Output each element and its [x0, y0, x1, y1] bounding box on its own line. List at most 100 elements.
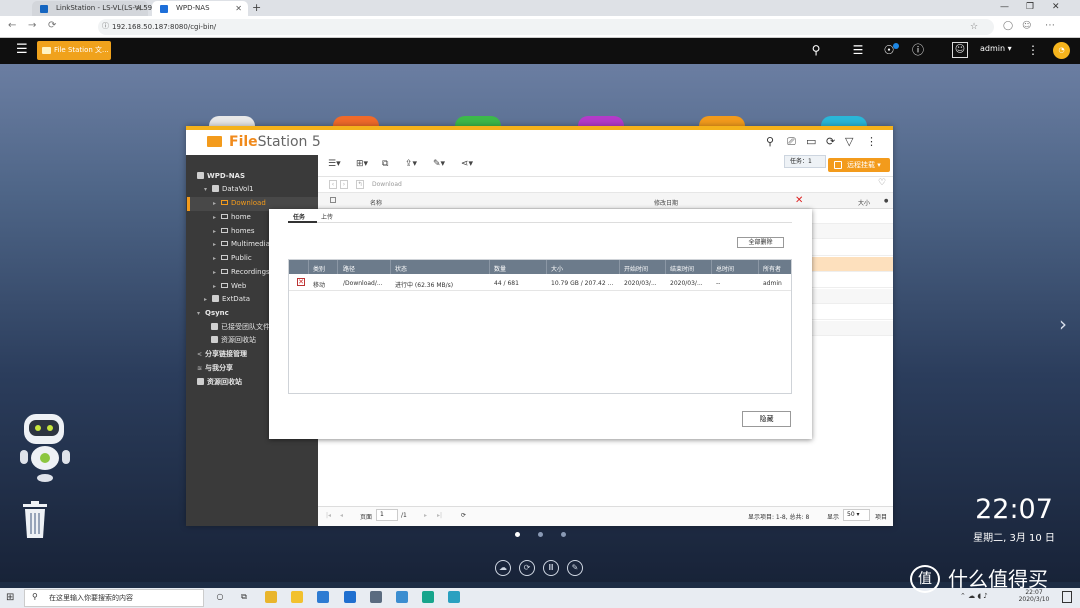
expand-arrow-icon[interactable]: ▾	[197, 307, 205, 320]
dashboard-icon[interactable]: ◔	[1053, 42, 1070, 59]
bookmark-star-icon[interactable]: ☆	[970, 21, 978, 33]
main-menu-icon[interactable]: ☰	[16, 42, 28, 58]
favorite-heart-icon[interactable]: ♡	[878, 178, 886, 188]
user-avatar-icon[interactable]: ☺	[952, 42, 968, 58]
expand-arrow-icon[interactable]: ▾	[204, 183, 212, 196]
profile-icon[interactable]: ◯	[1003, 20, 1013, 32]
view-mode-icon[interactable]: ☰▾	[328, 158, 341, 171]
expand-arrow-icon[interactable]: ▸	[213, 266, 221, 279]
expand-arrow-icon[interactable]: ▸	[213, 197, 221, 210]
browser-menu-icon[interactable]: ⋯	[1045, 20, 1055, 32]
expand-arrow-icon[interactable]: ▸	[213, 225, 221, 238]
next-page-icon[interactable]: ▸	[424, 512, 427, 519]
tree-node-team-folder[interactable]: 已接受团队文件夹	[211, 321, 277, 334]
expand-arrow-icon[interactable]: ▸	[213, 252, 221, 265]
expand-arrow-icon[interactable]: ▸	[204, 293, 212, 306]
last-page-icon[interactable]: ▸|	[437, 512, 442, 519]
tree-node-qsync-recycle[interactable]: 资源回收站	[211, 334, 256, 347]
search-icon[interactable]: ⚲	[766, 136, 774, 148]
tree-node-download[interactable]: ▸ Download	[213, 197, 266, 210]
recycle-bin-icon[interactable]	[21, 500, 49, 540]
tab-upload[interactable]: 上传	[321, 212, 333, 221]
page-number-input[interactable]: 1	[376, 509, 398, 521]
close-tab-icon[interactable]: ✕	[235, 1, 242, 16]
tree-node-recycle-bin[interactable]: 资源回收站	[197, 376, 242, 389]
mail-icon[interactable]	[317, 591, 329, 603]
close-tab-icon[interactable]: ✕	[135, 1, 142, 16]
column-modified[interactable]: 修改日期	[654, 198, 678, 207]
back-icon[interactable]: ‹	[329, 180, 337, 189]
column-menu-icon[interactable]: ●	[884, 198, 888, 204]
maximize-icon[interactable]: ❐	[1026, 2, 1034, 12]
utility-icon[interactable]: ⟳	[519, 560, 535, 576]
tree-node-nas[interactable]: WPD-NAS	[197, 170, 245, 183]
file-station-taskbar-tab[interactable]: File Station 文...	[37, 41, 111, 60]
info-icon[interactable]: ⓘ	[102, 21, 109, 31]
back-icon[interactable]: ←	[8, 20, 16, 32]
window-close-icon[interactable]: ✕	[1052, 2, 1060, 12]
user-menu[interactable]: admin ▾	[980, 44, 1012, 53]
desktop-page-dot[interactable]	[561, 532, 566, 537]
column-name[interactable]: 名称	[370, 198, 382, 207]
chrome-icon[interactable]	[265, 591, 277, 603]
forward-icon[interactable]: →	[28, 20, 36, 32]
hide-button[interactable]: 隐藏	[742, 411, 791, 427]
qboost-robot-icon[interactable]	[18, 412, 72, 484]
windows-start-icon[interactable]: ⊞	[6, 592, 14, 603]
more-options-icon[interactable]: ⋮	[866, 136, 877, 148]
edge-icon[interactable]	[344, 591, 356, 603]
parent-folder-icon[interactable]: ↰	[356, 180, 364, 189]
background-tasks-icon[interactable]: ☰	[849, 42, 867, 58]
app-icon[interactable]	[396, 591, 408, 603]
file-explorer-icon[interactable]	[291, 591, 303, 603]
task-view-icon[interactable]: ⧉	[238, 591, 250, 603]
prev-page-icon[interactable]: ◂	[340, 512, 343, 519]
tree-node-extdata[interactable]: ▸ ExtData	[204, 293, 250, 306]
minimize-icon[interactable]: —	[1000, 2, 1009, 12]
tree-node-multimedia[interactable]: ▸ Multimedia	[213, 238, 270, 251]
copy-icon[interactable]: ⧉	[382, 158, 388, 171]
app-icon[interactable]	[448, 591, 460, 603]
dialog-close-icon[interactable]: ✕	[795, 195, 803, 206]
next-page-chevron-icon[interactable]: ›	[1059, 312, 1067, 336]
desktop-page-dot[interactable]	[538, 532, 543, 537]
browser-tab-wpd-nas[interactable]: WPD-NAS ✕	[152, 1, 248, 16]
tree-node-share-links[interactable]: < 分享链接管理	[197, 348, 247, 361]
cortana-icon[interactable]: ○	[214, 591, 226, 603]
refresh-icon[interactable]: ⟳	[461, 512, 466, 519]
storage-icon[interactable]: ▭	[806, 136, 816, 148]
tree-node-qsync[interactable]: ▾ Qsync	[197, 307, 229, 320]
store-icon[interactable]	[370, 591, 382, 603]
myqnapcloud-icon[interactable]: ☁	[495, 560, 511, 576]
expand-arrow-icon[interactable]: ▸	[213, 211, 221, 224]
reload-icon[interactable]: ⟳	[48, 20, 56, 32]
breadcrumb[interactable]: Download	[372, 181, 402, 188]
tree-node-recordings[interactable]: ▸ Recordings	[213, 266, 270, 279]
tools-icon[interactable]: ✎▾	[433, 158, 445, 171]
upload-icon[interactable]: ⇪▾	[405, 158, 417, 171]
create-folder-icon[interactable]: ⊞▾	[356, 158, 368, 171]
url-field[interactable]	[98, 19, 994, 35]
background-task-icon[interactable]: ⎚	[787, 136, 796, 148]
browser-tab-linkstation[interactable]: LinkStation - LS-VL(LS-VL59 ✕	[32, 1, 152, 16]
tree-node-web[interactable]: ▸ Web	[213, 280, 246, 293]
expand-arrow-icon[interactable]: ▸	[213, 280, 221, 293]
app-icon[interactable]	[422, 591, 434, 603]
help-icon[interactable]: ✎	[567, 560, 583, 576]
expand-arrow-icon[interactable]: ▸	[213, 238, 221, 251]
per-page-select[interactable]: 50 ▾	[843, 509, 870, 521]
first-page-icon[interactable]: |◂	[326, 512, 331, 519]
tab-tasks[interactable]: 任务	[293, 212, 305, 221]
info-icon[interactable]: ⓘ	[909, 42, 927, 58]
cancel-task-icon[interactable]: ✕	[297, 278, 305, 286]
feedback-icon[interactable]: Ⅲ	[543, 560, 559, 576]
select-all-checkbox[interactable]	[330, 197, 336, 203]
tree-node-shared-with-me[interactable]: ≋ 与我分享	[197, 362, 233, 375]
tree-node-public[interactable]: ▸ Public	[213, 252, 252, 265]
share-icon[interactable]: ⋖▾	[461, 158, 473, 171]
desktop-page-dot-active[interactable]	[515, 532, 520, 537]
new-tab-icon[interactable]: +	[252, 1, 261, 14]
search-icon[interactable]: ⚲	[807, 42, 825, 58]
refresh-icon[interactable]: ⟳	[826, 136, 835, 148]
column-size[interactable]: 大小	[858, 198, 870, 207]
